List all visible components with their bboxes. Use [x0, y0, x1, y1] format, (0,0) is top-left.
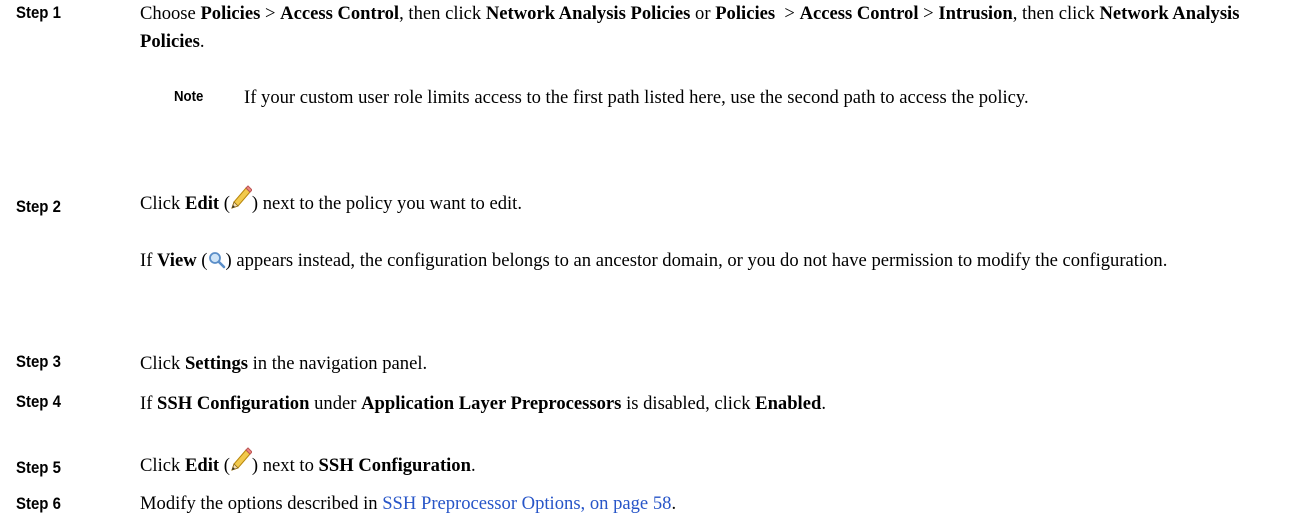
step-6-label: Step 6 — [16, 494, 61, 513]
step-2-label: Step 2 — [16, 197, 61, 216]
step-6-text: Modify the options described in SSH Prep… — [140, 493, 677, 514]
step-1-label: Step 1 — [16, 3, 61, 22]
pencil-icon — [230, 446, 253, 483]
magnifier-icon — [208, 250, 226, 278]
step-5-label: Step 5 — [16, 458, 61, 477]
step-4-label: Step 4 — [16, 392, 61, 411]
step-4-text: If SSH Configuration under Application L… — [140, 393, 826, 414]
step-1-text: Choose Policies > Access Control, then c… — [140, 3, 1240, 52]
ssh-preprocessor-options-link[interactable]: SSH Preprocessor Options, on page 58 — [382, 493, 671, 514]
step-3-text: Click Settings in the navigation panel. — [140, 353, 428, 374]
note-label: Note — [174, 88, 204, 105]
note-text: If your custom user role limits access t… — [244, 87, 1029, 108]
pencil-icon — [230, 184, 253, 221]
step-5-text: Click Edit ( ) next to SSH Configuration… — [140, 446, 1290, 483]
step-3-label: Step 3 — [16, 352, 61, 371]
step-2-text: Click Edit ( ) next to the policy you wa… — [140, 184, 1290, 221]
step-2-view-text: If View ( ) appears instead, the configu… — [140, 247, 1290, 278]
